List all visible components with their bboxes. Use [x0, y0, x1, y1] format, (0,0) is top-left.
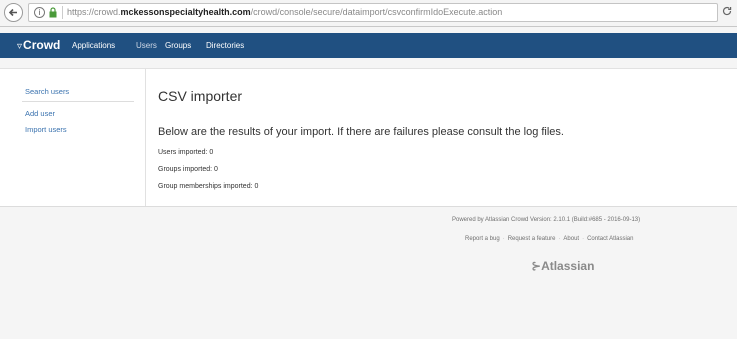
nav-applications[interactable]: Applications [72, 40, 115, 51]
crowd-logo-icon: ▿ [17, 41, 23, 52]
sidebar-divider [22, 101, 134, 102]
sidebar: Search users Add user Import users [0, 69, 146, 206]
url-text[interactable]: https://crowd.mckessonspecialtyhealth.co… [67, 6, 502, 19]
nav-groups[interactable]: Groups [165, 40, 191, 51]
atlassian-logo[interactable]: ⊱Atlassian [531, 259, 594, 274]
nav-users[interactable]: Users [136, 40, 157, 51]
footer-link-contact[interactable]: Contact Atlassian [587, 236, 633, 242]
lock-icon [49, 7, 57, 18]
sidebar-item-add-user[interactable]: Add user [25, 109, 55, 119]
footer-separator: · [502, 236, 505, 242]
back-button[interactable] [4, 3, 23, 22]
nav-directories[interactable]: Directories [206, 40, 244, 51]
result-message: Below are the results of your import. If… [158, 126, 564, 138]
info-icon[interactable]: i [34, 7, 45, 18]
footer-link-about[interactable]: About [563, 236, 579, 242]
browser-toolbar: i https://crowd.mckessonspecialtyhealth.… [0, 0, 737, 27]
top-navigation: ▿Crowd Applications Users Groups Directo… [0, 33, 737, 58]
groups-imported-count: Groups imported: 0 [158, 166, 218, 173]
sidebar-item-import-users[interactable]: Import users [25, 125, 67, 135]
footer-separator: · [558, 236, 561, 242]
crowd-logo[interactable]: ▿Crowd [17, 38, 60, 54]
sidebar-item-search-users[interactable]: Search users [25, 87, 69, 97]
footer-link-report-bug[interactable]: Report a bug [465, 236, 500, 242]
users-imported-count: Users imported: 0 [158, 149, 214, 156]
group-memberships-imported-count: Group memberships imported: 0 [158, 183, 259, 190]
address-bar[interactable]: i https://crowd.mckessonspecialtyhealth.… [28, 3, 718, 22]
reload-icon[interactable] [722, 6, 732, 16]
content-panel: Search users Add user Import users CSV i… [0, 68, 737, 207]
arrow-left-icon [8, 8, 17, 17]
footer-version: Powered by Atlassian Crowd Version: 2.10… [452, 217, 641, 223]
url-separator [62, 6, 63, 19]
footer-links: Report a bug · Request a feature · About · Con… [465, 235, 633, 243]
footer-link-request-feature[interactable]: Request a feature [508, 236, 556, 242]
page-title: CSV importer [158, 88, 243, 104]
footer-separator: · [582, 236, 585, 242]
atlassian-logo-icon: ⊱ [531, 259, 542, 273]
